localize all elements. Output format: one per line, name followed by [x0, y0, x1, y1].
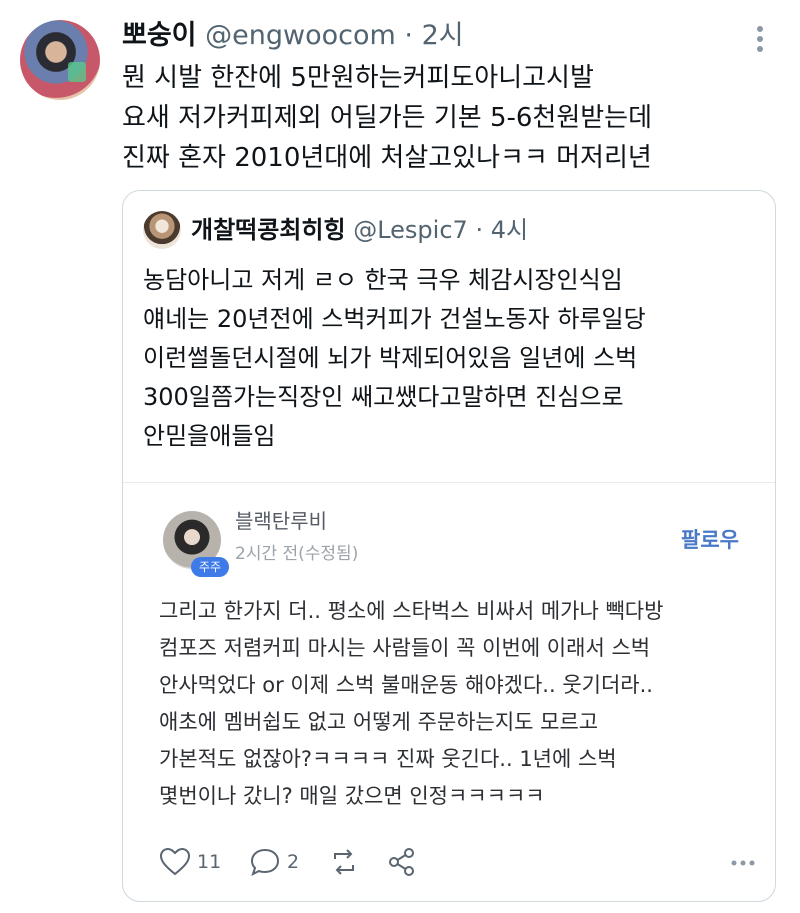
- separator-dot: ·: [404, 20, 413, 51]
- inner-post-line: 안사먹었다 or 이제 스벅 불매운동 해야겠다.. 웃기더라..: [159, 673, 653, 697]
- heart-icon: [159, 847, 191, 876]
- like-button[interactable]: 11: [159, 847, 221, 877]
- member-badge: 주주: [191, 557, 229, 577]
- share-button[interactable]: [387, 847, 417, 877]
- timestamp[interactable]: 2시: [422, 20, 464, 51]
- comment-count: 2: [287, 851, 300, 873]
- quote-text-line: 얘네는 20년전에 스벅커피가 건설노동자 하루일당: [143, 305, 646, 333]
- inner-post-author[interactable]: 블랙탄루비: [235, 507, 327, 535]
- like-count: 11: [197, 851, 222, 873]
- quote-text: 농담아니고 저게 ㄹㅇ 한국 극우 체감시장인식임 얘네는 20년전에 스벅커피…: [143, 261, 758, 456]
- quote-timestamp[interactable]: 4시: [491, 216, 528, 244]
- inner-post-line: 애초에 멤버쉽도 없고 어떻게 주문하는지도 모르고: [159, 710, 599, 734]
- inner-post-actions: 11 2: [159, 843, 759, 883]
- quote-tweet[interactable]: 개찰떡콩최히힝 @Lespic7 · 4시 농담아니고 저게 ㄹㅇ 한국 극우 …: [122, 190, 776, 902]
- inner-post-line: 그리고 한가지 더.. 평소에 스타벅스 비싸서 메가나 빽다방: [159, 599, 664, 623]
- separator-dot: ·: [475, 216, 484, 244]
- quote-text-line: 농담아니고 저게 ㄹㅇ 한국 극우 체감시장인식임: [143, 266, 623, 294]
- quote-text-line: 안믿을애들임: [143, 422, 276, 450]
- tweet-header: 뽀숭이 @engwoocom · 2시: [122, 18, 464, 54]
- repost-icon: [334, 849, 354, 875]
- share-icon: [389, 848, 414, 876]
- comment-button[interactable]: 2: [249, 847, 299, 877]
- quote-display-name[interactable]: 개찰떡콩최히힝: [191, 216, 346, 244]
- quote-text-line: 이런썰돌던시절에 뇌가 박제되어있음 일년에 스벅: [143, 344, 638, 372]
- comment-bubble-icon: [250, 848, 280, 876]
- tweet-text: 뭔 시발 한잔에 5만원하는커피도아니고시발 요새 저가커피제외 어딜가든 기본…: [122, 58, 782, 178]
- tweet-text-line: 요새 저가커피제외 어딜가든 기본 5-6천원받는데: [122, 103, 653, 133]
- repost-button[interactable]: [329, 847, 359, 877]
- follow-button[interactable]: 팔로우: [681, 525, 739, 555]
- inner-post-time: 2시간 전(수정됨): [235, 544, 359, 564]
- quote-handle[interactable]: @Lespic7: [353, 216, 468, 244]
- quote-avatar[interactable]: [143, 211, 181, 249]
- quote-text-line: 300일쯤가는직장인 쌔고쌨다고말하면 진심으로: [143, 383, 624, 411]
- tweet-text-line: 진짜 혼자 2010년대에 처살고있나ㅋㅋ 머저리년: [122, 143, 652, 173]
- tweet-text-line: 뭔 시발 한잔에 5만원하는커피도아니고시발: [122, 63, 594, 93]
- inner-post-line: 몇번이나 갔니? 매일 갔으면 인정ㅋㅋㅋㅋㅋ: [159, 784, 545, 808]
- quote-header: 개찰떡콩최히힝 @Lespic7 · 4시: [191, 213, 528, 247]
- divider: [123, 482, 775, 483]
- inner-post-line: 컴포즈 저렴커피 마시는 사람들이 꼭 이번에 이래서 스벅: [159, 636, 651, 660]
- more-horizontal-icon[interactable]: [731, 859, 755, 867]
- inner-post-line: 가본적도 없잖아?ㅋㅋㅋㅋ 진짜 웃긴다.. 1년에 스벅: [159, 747, 617, 771]
- more-vertical-icon[interactable]: [748, 22, 772, 52]
- avatar[interactable]: [20, 20, 100, 100]
- display-name[interactable]: 뽀숭이: [122, 20, 197, 51]
- inner-post-text: 그리고 한가지 더.. 평소에 스타벅스 비싸서 메가나 빽다방 컴포즈 저렴커…: [159, 593, 759, 815]
- user-handle[interactable]: @engwoocom: [205, 20, 396, 51]
